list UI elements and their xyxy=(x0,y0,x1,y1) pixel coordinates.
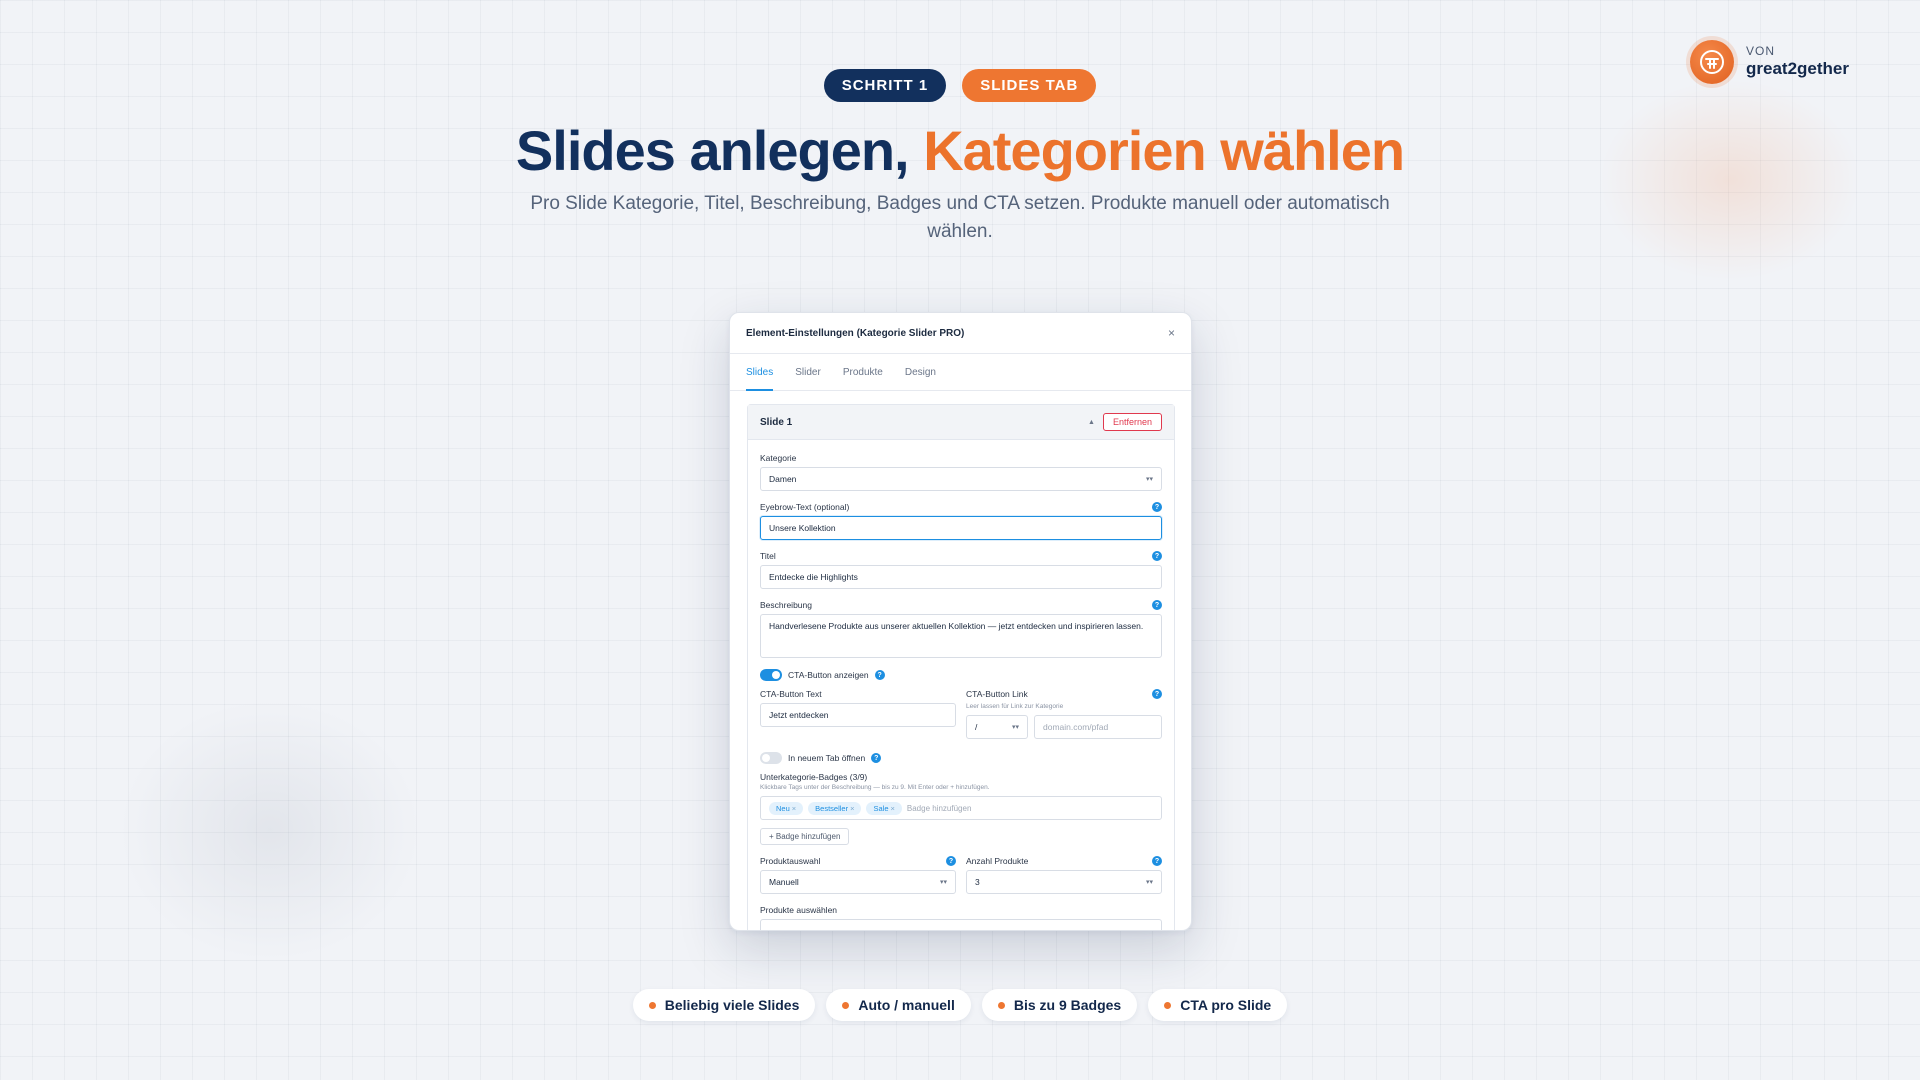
modal-header: Element-Einstellungen (Kategorie Slider … xyxy=(730,313,1191,354)
produktauswahl-value: Manuell xyxy=(769,877,799,887)
anzahl-value: 3 xyxy=(975,877,980,887)
background-glow-gray xyxy=(120,700,420,960)
help-icon[interactable]: ? xyxy=(1152,689,1162,699)
cta-toggle[interactable] xyxy=(760,669,782,681)
cta-link-input[interactable]: domain.com/pfad xyxy=(1034,715,1162,739)
feature-chips: Beliebig viele Slides Auto / manuell Bis… xyxy=(0,989,1920,1021)
produkte-auswaehlen-input[interactable] xyxy=(760,919,1162,930)
page-headline: Slides anlegen, Kategorien wählen xyxy=(0,118,1920,183)
link-prefix-select[interactable]: / ▾▾ xyxy=(966,715,1028,739)
step-pills: SCHRITT 1 SLIDES TAB xyxy=(0,69,1920,102)
chevron-down-icon: ▾▾ xyxy=(1011,724,1019,731)
slide-form: Kategorie Damen ▾▾ Eyebrow-Text (optiona… xyxy=(748,440,1174,930)
tab-pill: SLIDES TAB xyxy=(962,69,1097,102)
add-badge-button[interactable]: + Badge hinzufügen xyxy=(760,828,850,845)
collapse-icon[interactable]: ▲ xyxy=(1088,419,1095,426)
cta-text-label: CTA-Button Text xyxy=(760,689,822,699)
slide-title: Slide 1 xyxy=(760,416,793,428)
kategorie-value: Damen xyxy=(769,474,797,484)
badge-placeholder: Badge hinzufügen xyxy=(906,803,972,813)
help-icon[interactable]: ? xyxy=(946,856,956,866)
feature-chip: Beliebig viele Slides xyxy=(632,989,816,1021)
modal-tabs: Slides Slider Produkte Design xyxy=(730,354,1191,391)
eyebrow-input[interactable]: Unsere Kollektion xyxy=(760,516,1162,540)
step-pill: SCHRITT 1 xyxy=(823,69,947,102)
close-icon[interactable]: × xyxy=(850,804,854,813)
new-tab-label: In neuem Tab öffnen xyxy=(788,753,866,763)
feature-chip: CTA pro Slide xyxy=(1148,989,1288,1021)
page-subline: Pro Slide Kategorie, Titel, Beschreibung… xyxy=(530,193,1390,242)
badge-chip[interactable]: Bestseller × xyxy=(808,801,862,815)
tab-slides[interactable]: Slides xyxy=(746,354,774,391)
slide-card: Slide 1 ▲ Entfernen Kategorie Damen ▾▾ E… xyxy=(747,404,1175,930)
close-icon[interactable]: × xyxy=(792,804,796,813)
badges-input[interactable]: Neu × Bestseller × Sale × Badge hinzufügen xyxy=(760,796,1162,820)
tab-produkte[interactable]: Produkte xyxy=(843,354,883,390)
help-icon[interactable]: ? xyxy=(1152,502,1162,512)
cta-link-hint: Leer lassen für Link zur Kategorie xyxy=(966,703,1064,710)
cta-toggle-label: CTA-Button anzeigen xyxy=(788,670,869,680)
chevron-down-icon: ▾▾ xyxy=(1145,879,1153,886)
titel-input[interactable]: Entdecke die Highlights xyxy=(760,565,1162,589)
badge-chip[interactable]: Neu × xyxy=(769,801,804,815)
anzahl-select[interactable]: 3 ▾▾ xyxy=(966,870,1162,894)
produktauswahl-select[interactable]: Manuell ▾▾ xyxy=(760,870,956,894)
titel-label: Titel xyxy=(760,551,776,561)
headline-main: Slides anlegen, xyxy=(515,119,910,182)
help-icon[interactable]: ? xyxy=(1152,551,1162,561)
bullet-dot-icon xyxy=(648,1001,656,1009)
badges-label: Unterkategorie-Badges (3/9) xyxy=(760,772,868,782)
titel-value: Entdecke die Highlights xyxy=(769,572,858,582)
cta-text-input[interactable]: Jetzt entdecken xyxy=(760,703,956,727)
headline-accent: Kategorien wählen xyxy=(923,119,1405,182)
bullet-dot-icon xyxy=(1164,1001,1172,1009)
kategorie-select[interactable]: Damen ▾▾ xyxy=(760,467,1162,491)
cta-link-label: CTA-Button Link xyxy=(966,689,1028,699)
chevron-down-icon: ▾▾ xyxy=(939,879,947,886)
badges-hint: Klickbare Tags unter der Beschreibung — … xyxy=(760,784,990,791)
close-icon[interactable]: × xyxy=(891,804,895,813)
produktauswahl-label: Produktauswahl xyxy=(760,856,821,866)
help-icon[interactable]: ? xyxy=(1152,856,1162,866)
bullet-dot-icon xyxy=(997,1001,1005,1009)
feature-chip: Bis zu 9 Badges xyxy=(981,989,1138,1021)
beschreibung-label: Beschreibung xyxy=(760,600,812,610)
modal-title: Element-Einstellungen (Kategorie Slider … xyxy=(746,327,965,339)
tab-design[interactable]: Design xyxy=(905,354,936,390)
badge-chip[interactable]: Sale × xyxy=(866,801,902,815)
help-icon[interactable]: ? xyxy=(874,670,885,680)
brand-prefix: VON xyxy=(1746,44,1776,59)
kategorie-label: Kategorie xyxy=(760,453,797,463)
cta-text-value: Jetzt entdecken xyxy=(769,710,829,720)
bullet-dot-icon xyxy=(842,1001,850,1009)
eyebrow-label: Eyebrow-Text (optional) xyxy=(760,502,850,512)
eyebrow-value: Unsere Kollektion xyxy=(769,523,836,533)
anzahl-label: Anzahl Produkte xyxy=(966,856,1029,866)
produkte-auswaehlen-label: Produkte auswählen xyxy=(760,905,838,915)
beschreibung-textarea[interactable]: Handverlesene Produkte aus unserer aktue… xyxy=(760,614,1162,658)
settings-modal: Element-Einstellungen (Kategorie Slider … xyxy=(729,312,1192,931)
new-tab-toggle[interactable] xyxy=(760,752,782,764)
help-icon[interactable]: ? xyxy=(871,753,882,763)
close-icon[interactable]: × xyxy=(1168,326,1175,340)
tab-slider[interactable]: Slider xyxy=(795,354,821,390)
chevron-down-icon: ▾▾ xyxy=(1145,476,1153,483)
help-icon[interactable]: ? xyxy=(1152,600,1162,610)
link-prefix-value: / xyxy=(975,722,978,732)
slide-header: Slide 1 ▲ Entfernen xyxy=(748,405,1174,440)
remove-slide-button[interactable]: Entfernen xyxy=(1102,413,1162,431)
feature-chip: Auto / manuell xyxy=(826,989,971,1021)
